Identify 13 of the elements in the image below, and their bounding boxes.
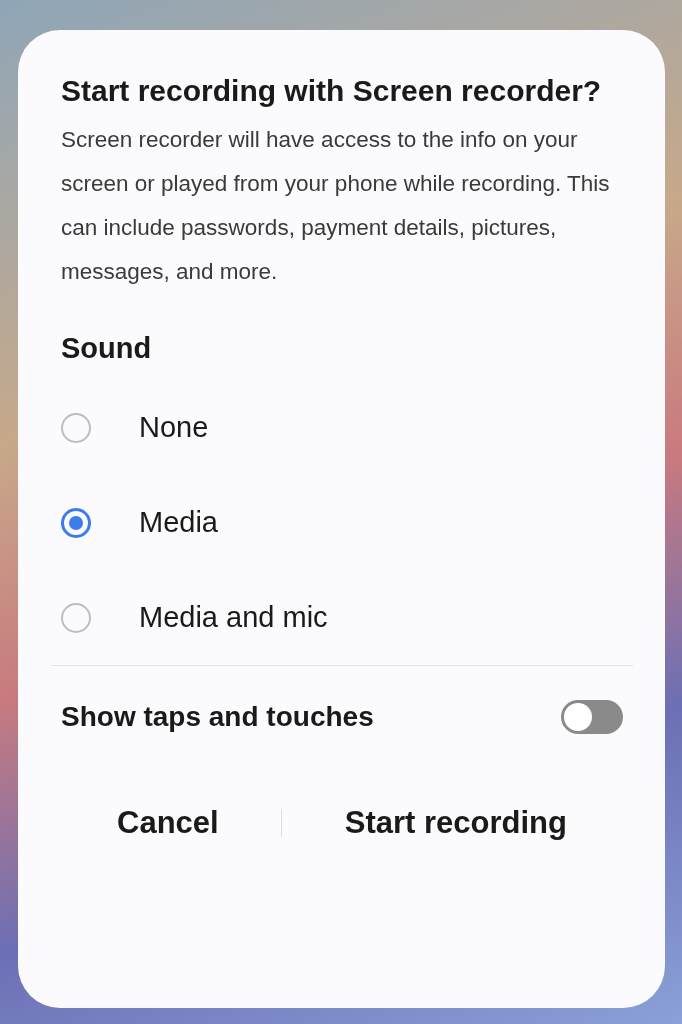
dialog-button[interactable]: Start recording [338,795,573,851]
section-heading: Sound [61,331,153,366]
toggle-label: Show taps and touches [61,701,374,733]
radio-label[interactable]: Media and mic [139,601,328,634]
dialog-title: Start recording with Screen recorder? [61,73,603,109]
dialog-message: Screen recorder will have access to the info on your screen or played from your phone while recording. This can include passwords, payment details, pictures, messages, and more. [61,126,611,286]
dialog-button[interactable]: Cancel [111,795,225,851]
radio-button[interactable] [61,602,91,633]
radio-button[interactable] [61,507,91,538]
radio-label[interactable]: Media [139,506,218,539]
radio-label[interactable]: None [139,411,209,444]
toggle-switch[interactable] [561,700,623,734]
radio-button[interactable] [61,412,91,443]
